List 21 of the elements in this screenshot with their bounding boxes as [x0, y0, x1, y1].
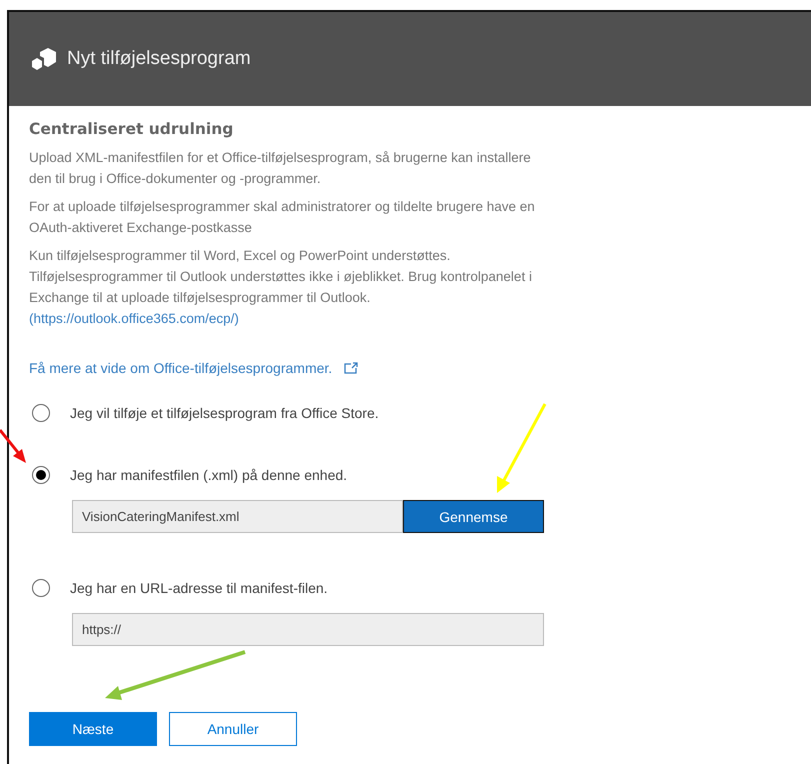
cubes-icon	[31, 47, 57, 71]
url-field[interactable]: https://	[72, 613, 544, 646]
description-text: Kun tilføjelsesprogrammer til Word, Excel og PowerPoint understøttes. Tilføjelsesprogrammer til Outlook understøttes ikke i øjeblikket. Brug kontrolpanelet i Exchange til at uploade tilføjelsesprogrammer til Outlook. (https://outlook.office365.com/ecp/)	[29, 247, 533, 328]
ecp-link[interactable]: (https://outlook.office365.com/ecp/)	[29, 311, 239, 326]
option-label: Jeg har manifestfilen (.xml) på denne enhed.	[70, 467, 348, 483]
next-button[interactable]: Næste	[29, 712, 157, 746]
browse-button[interactable]: Gennemse	[403, 500, 544, 533]
option-label: Jeg vil tilføje et tilføjelsesprogram fra Office Store.	[70, 405, 379, 421]
option-label: Jeg har en URL-adresse til manifest-filen.	[70, 580, 328, 596]
radio-button[interactable]	[32, 466, 50, 484]
radio-button[interactable]	[32, 404, 50, 422]
annotation-arrow	[0, 429, 26, 463]
description-text: For at uploade tilføjelsesprogrammer skal administratorer og tildelte brugere have en OAuth-aktiveret Exchange-postkasse	[29, 198, 536, 237]
radio-button[interactable]	[32, 579, 50, 597]
cancel-button[interactable]: Annuller	[169, 712, 297, 746]
dialog-title: Nyt tilføjelsesprogram	[67, 48, 251, 70]
file-field[interactable]: VisionCateringManifest.xml	[72, 500, 403, 533]
section-heading: Centraliseret udrulning	[29, 120, 234, 138]
learn-more-link[interactable]: Få mere at vide om Office-tilføjelsesprogrammer.	[29, 360, 358, 376]
description-text: Upload XML-manifestfilen for et Office-tilføjelsesprogram, så brugerne kan installere den til brug i Office-dokumenter og -programmer.	[29, 149, 532, 188]
external-link-icon	[344, 362, 358, 374]
